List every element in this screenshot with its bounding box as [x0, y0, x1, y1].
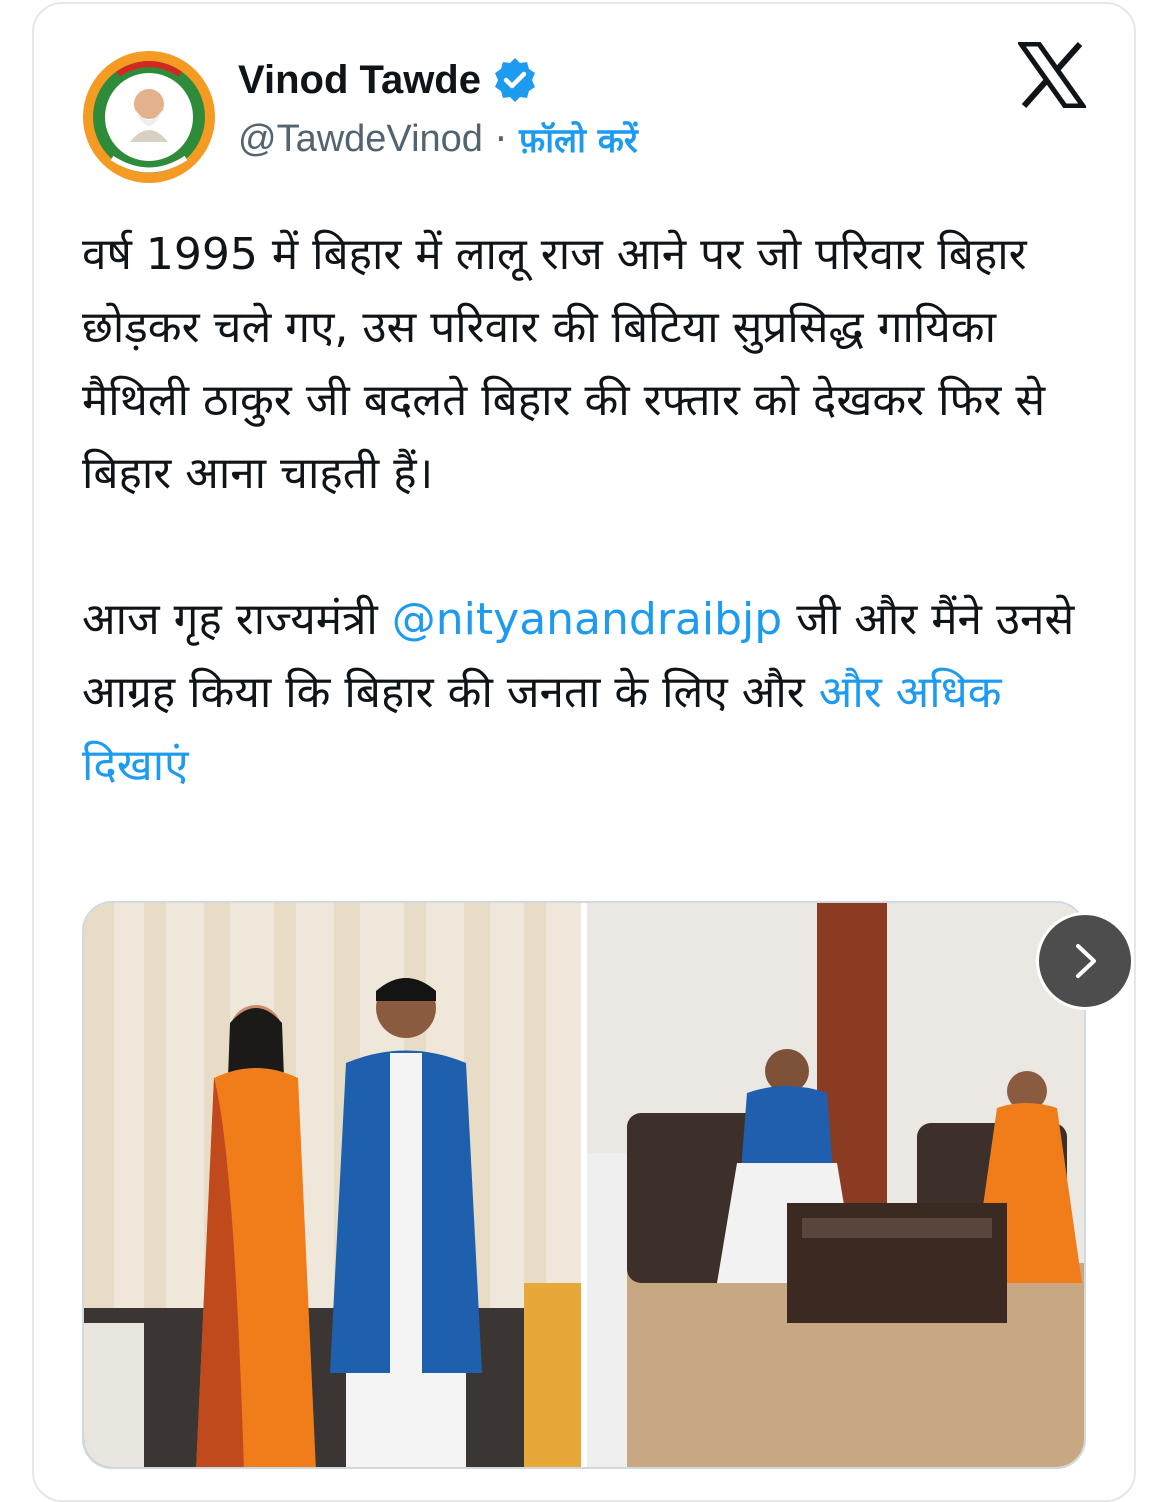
profile-logo-icon — [83, 51, 215, 183]
author-handle-row: @TawdeVinod · फ़ॉलो करें — [238, 116, 638, 162]
author-avatar[interactable] — [78, 46, 220, 188]
photo-standing-group[interactable] — [84, 903, 581, 1467]
x-logo-icon[interactable] — [1018, 42, 1086, 108]
separator-dot: · — [494, 117, 508, 161]
tweet-text: वर्ष 1995 में बिहार में लालू राज आने पर … — [82, 218, 1092, 802]
tweet-text-part: आज गृह राज्यमंत्री — [82, 594, 392, 645]
chevron-right-icon — [1076, 944, 1096, 978]
tweet-paragraph-2: आज गृह राज्यमंत्री @nityanandraibjp जी औ… — [82, 583, 1092, 802]
follow-button[interactable]: फ़ॉलो करें — [519, 116, 638, 162]
media-carousel — [82, 901, 1086, 1469]
author-handle[interactable]: @TawdeVinod — [238, 118, 483, 161]
tweet-paragraph-1: वर्ष 1995 में बिहार में लालू राज आने पर … — [82, 229, 1046, 499]
author-name[interactable]: Vinod Tawde — [238, 58, 481, 103]
carousel-next-button[interactable] — [1036, 912, 1134, 1010]
verified-badge-icon — [495, 58, 535, 102]
mention-link[interactable]: @nityanandraibjp — [392, 594, 782, 645]
author-name-row: Vinod Tawde — [238, 52, 539, 108]
photo-sofa-meeting[interactable] — [587, 903, 1084, 1467]
